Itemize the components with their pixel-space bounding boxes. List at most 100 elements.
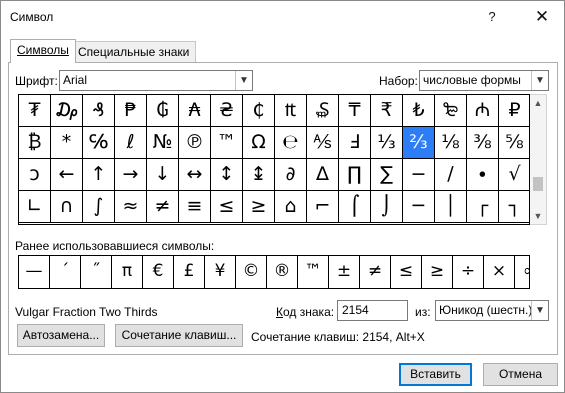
symbol-cell[interactable]: ∕ (435, 159, 467, 191)
symbol-cell[interactable]: → (115, 159, 147, 191)
symbol-cell[interactable]: ∆ (307, 159, 339, 191)
symbol-cell[interactable]: ₯ (51, 95, 83, 127)
char-code-input[interactable]: 2154 (337, 300, 408, 321)
cancel-button[interactable]: Отмена (483, 363, 558, 386)
symbol-cell[interactable]: ₷ (307, 95, 339, 127)
recent-symbol-cell[interactable]: π (112, 256, 143, 288)
symbol-cell[interactable]: ↕ (211, 159, 243, 191)
recent-symbol-cell[interactable]: ÷ (453, 256, 484, 288)
recent-symbol-cell[interactable]: ´ (50, 256, 81, 288)
symbol-cell[interactable]: ∂ (275, 159, 307, 191)
symbol-cell[interactable]: − (403, 159, 435, 191)
symbol-cell[interactable]: ─ (403, 191, 435, 223)
symbol-cell[interactable]: ∫ (83, 191, 115, 223)
symbol-cell[interactable]: ≤ (211, 191, 243, 223)
symbol-cell[interactable]: ⌐ (307, 191, 339, 223)
symbol-cell[interactable]: ℓ (115, 127, 147, 159)
symbol-cell[interactable]: ₹ (371, 95, 403, 127)
recent-symbol-cell[interactable]: ≥ (422, 256, 453, 288)
from-label: из: (415, 305, 431, 319)
symbol-cell[interactable]: ┌ (467, 191, 499, 223)
recent-symbol-cell[interactable]: ≤ (391, 256, 422, 288)
recent-symbol-cell[interactable]: € (143, 256, 174, 288)
help-button[interactable]: ? (469, 2, 515, 32)
subset-label: Набор: (379, 74, 418, 88)
symbol-grid-scrollbar[interactable]: ▲ ▼ (530, 94, 547, 225)
symbol-cell[interactable]: ₽ (499, 95, 529, 127)
scroll-up-icon[interactable]: ▲ (530, 95, 546, 111)
symbol-cell[interactable]: ₻ (435, 95, 467, 127)
symbol-cell[interactable]: Ⅎ (339, 127, 371, 159)
symbol-cell[interactable]: ∑ (371, 159, 403, 191)
symbol-cell[interactable]: ↨ (243, 159, 275, 191)
symbol-cell[interactable]: ≡ (179, 191, 211, 223)
symbol-cell[interactable]: ₲ (147, 95, 179, 127)
symbol-cell[interactable]: ↑ (83, 159, 115, 191)
symbol-cell[interactable]: ™ (211, 127, 243, 159)
symbol-cell[interactable]: ∟ (19, 191, 51, 223)
symbol-cell[interactable]: ↄ (19, 159, 51, 191)
symbol-cell[interactable]: ↔ (179, 159, 211, 191)
symbol-cell[interactable]: ₱ (115, 95, 147, 127)
tab-symbols-label: Символы (17, 43, 69, 57)
autocorrect-button[interactable]: Автозамена... (17, 324, 105, 347)
symbol-cell[interactable]: ₵ (243, 95, 275, 127)
symbol-cell[interactable]: ≠ (147, 191, 179, 223)
symbol-cell[interactable]: ℮ (275, 127, 307, 159)
symbol-cell[interactable]: ₺ (403, 95, 435, 127)
symbol-cell[interactable]: ⌠ (339, 191, 371, 223)
tab-special-characters[interactable]: Специальные знаки (71, 41, 197, 63)
symbol-cell[interactable]: ⅔ (403, 127, 435, 159)
recent-symbol-cell[interactable]: ® (267, 256, 298, 288)
symbol-cell[interactable]: ⅓ (371, 127, 403, 159)
symbol-cell[interactable]: ₶ (275, 95, 307, 127)
symbol-cell[interactable]: ₼ (467, 95, 499, 127)
scroll-down-icon[interactable]: ▼ (530, 208, 546, 224)
recent-symbol-cell[interactable]: ≠ (360, 256, 391, 288)
font-select[interactable]: Arial ▼ (59, 70, 253, 91)
symbol-cell[interactable]: ₿ (19, 127, 51, 159)
symbol-cell[interactable]: ∙ (467, 159, 499, 191)
symbol-cell[interactable]: ℅ (83, 127, 115, 159)
subset-select[interactable]: числовые формы ▼ (419, 70, 549, 91)
symbol-cell[interactable]: ℗ (179, 127, 211, 159)
symbol-cell[interactable]: ∩ (51, 191, 83, 223)
recent-symbol-cell[interactable]: × (484, 256, 515, 288)
symbol-cell[interactable]: ⅜ (467, 127, 499, 159)
recent-symbol-cell[interactable]: ™ (298, 256, 329, 288)
symbol-cell[interactable]: ∏ (339, 159, 371, 191)
encoding-select[interactable]: Юникод (шестн.) ▼ (435, 300, 549, 321)
symbol-cell[interactable]: ₰ (83, 95, 115, 127)
symbol-cell[interactable]: ┐ (499, 191, 529, 223)
symbol-cell[interactable]: ≈ (115, 191, 147, 223)
recent-symbol-cell[interactable]: ∞ (515, 256, 529, 288)
symbol-cell[interactable]: ≥ (243, 191, 275, 223)
symbol-cell[interactable]: ⅍ (307, 127, 339, 159)
symbol-cell[interactable]: ₴ (211, 95, 243, 127)
symbol-cell[interactable]: ₳ (179, 95, 211, 127)
symbol-cell[interactable]: │ (435, 191, 467, 223)
recent-symbol-cell[interactable]: £ (174, 256, 205, 288)
recent-symbol-cell[interactable]: © (236, 256, 267, 288)
symbol-cell[interactable]: ← (51, 159, 83, 191)
scroll-thumb[interactable] (533, 177, 543, 191)
symbol-cell[interactable]: № (147, 127, 179, 159)
recent-symbol-cell[interactable]: ˝ (81, 256, 112, 288)
symbol-cell[interactable]: ⅝ (499, 127, 529, 159)
shortcut-key-button[interactable]: Сочетание клавиш... (115, 324, 243, 347)
symbol-cell[interactable]: √ (499, 159, 529, 191)
symbol-cell[interactable]: ⌡ (371, 191, 403, 223)
tab-symbols[interactable]: Символы (10, 39, 76, 63)
symbol-cell[interactable]: * (51, 127, 83, 159)
symbol-cell[interactable]: ⌂ (275, 191, 307, 223)
close-button[interactable]: ✕ (519, 2, 565, 32)
symbol-cell[interactable]: ₮ (19, 95, 51, 127)
recent-symbol-cell[interactable]: — (19, 256, 50, 288)
recent-symbol-cell[interactable]: ± (329, 256, 360, 288)
insert-button[interactable]: Вставить (399, 363, 472, 386)
symbol-cell[interactable]: ↓ (147, 159, 179, 191)
symbol-cell[interactable]: Ω (243, 127, 275, 159)
recent-symbol-cell[interactable]: ¥ (205, 256, 236, 288)
symbol-cell[interactable]: ⅛ (435, 127, 467, 159)
symbol-cell[interactable]: ₸ (339, 95, 371, 127)
